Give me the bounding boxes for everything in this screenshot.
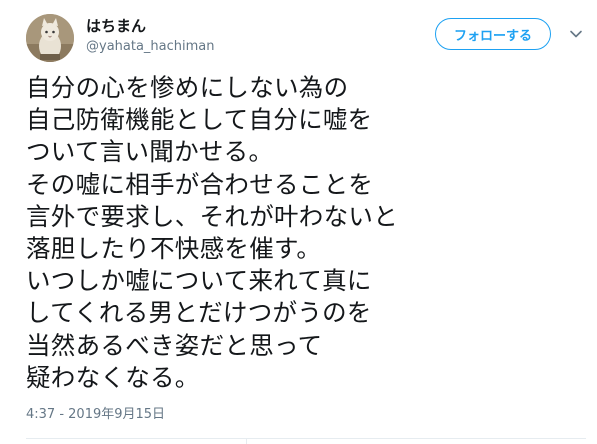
tweet-text-line: いつしか嘘について来れて真に xyxy=(26,266,372,296)
tweet-menu-button[interactable] xyxy=(566,24,586,44)
tweet-text: 自分の心を惨めにしない為の 自己防衛機能として自分に嘘を ついて言い聞かせる。 … xyxy=(26,72,586,394)
cat-avatar-icon xyxy=(26,14,74,62)
tweet-text-line: 落胆したり不快感を催す。 xyxy=(26,234,322,264)
divider xyxy=(26,438,586,439)
user-display-name[interactable]: はちまん xyxy=(86,16,146,36)
tweet-card: はちまん @yahata_hachiman フォローする 自分の心を惨めにしない… xyxy=(0,0,597,444)
divider xyxy=(246,438,247,444)
tweet-text-line: 当然あるべき姿だと思って xyxy=(26,330,323,360)
tweet-timestamp[interactable]: 4:37 - 2019年9月15日 xyxy=(26,406,165,424)
tweet-text-line: してくれる男とだけつがうのを xyxy=(26,298,372,328)
user-avatar[interactable] xyxy=(26,14,74,62)
user-handle[interactable]: @yahata_hachiman xyxy=(86,38,215,56)
tweet-text-line: その嘘に相手が合わせることを xyxy=(26,169,374,199)
tweet-text-line: 言外で要求し、それが叶わないと xyxy=(26,201,398,231)
tweet-text-line: 疑わなくなる。 xyxy=(26,362,200,392)
tweet-text-line: 自分の心を惨めにしない為の xyxy=(26,73,349,102)
tweet-text-line: ついて言い聞かせる。 xyxy=(26,137,274,167)
follow-button[interactable]: フォローする xyxy=(435,18,551,50)
tweet-text-line: 自己防衛機能として自分に嘘を xyxy=(26,105,373,135)
chevron-down-icon xyxy=(570,30,582,38)
